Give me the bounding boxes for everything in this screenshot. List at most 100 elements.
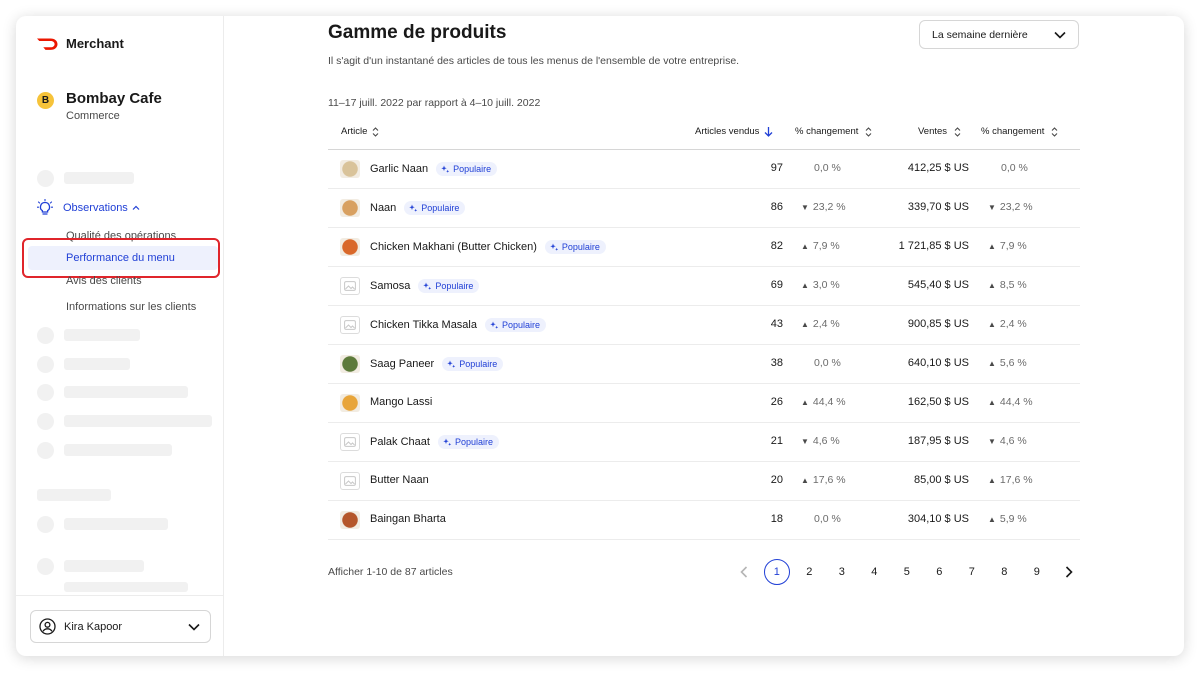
sales-value: 640,10 $ US [907,357,969,369]
loading-placeholder-icon [37,327,54,344]
sales-change-value: ▲ 5,6 % [988,357,1027,369]
column-header-label: % changement [981,126,1045,137]
triangle-up-icon: ▲ [801,241,809,251]
column-header-sales[interactable]: Ventes [918,126,961,137]
sold-change-text: 4,6 % [812,435,840,447]
next-page-button[interactable] [1053,559,1086,585]
sidebar: Merchant B Bombay Cafe Commerce Observat… [16,16,224,656]
table-row[interactable]: Chicken Tikka Masala Populaire 43 ▲ 2,4 … [328,306,1080,345]
triangle-up-icon: ▲ [988,397,996,407]
chevron-up-icon [132,205,140,210]
image-placeholder-icon [344,476,356,486]
sales-value: 85,00 $ US [913,474,969,486]
sales-change-value: ▼ 4,6 % [988,435,1027,447]
column-header-article[interactable]: Article [341,126,379,137]
sales-change-text: 7,9 % [999,240,1027,252]
sold-change-value: ▲ 3,0 % [801,279,840,291]
items-sold-value: 82 [770,240,783,252]
table-row[interactable]: Butter Naan 20 ▲ 17,6 % 85,00 $ US ▲ 17,… [328,462,1080,501]
page-8-button[interactable]: 8 [988,559,1021,585]
page-number: 7 [968,566,975,578]
sales-value: 304,10 $ US [907,513,969,525]
items-sold-value: 20 [770,474,783,486]
brand-logo[interactable]: Merchant [36,36,124,51]
sales-change-value: ▼ 23,2 % [988,201,1033,213]
nav-customer-reviews[interactable]: Avis des clients [66,275,142,287]
triangle-up-icon: ▲ [988,319,996,329]
highlight-annotation [22,238,220,278]
column-header-sales-change[interactable]: % changement [981,126,1058,137]
page-number: 2 [806,566,813,578]
column-header-items-sold[interactable]: Articles vendus [695,126,773,137]
nav-observations[interactable]: Observations [37,199,140,217]
image-placeholder-icon [344,437,356,447]
item-name: Mango Lassi [370,396,433,408]
store-type: Commerce [66,110,120,122]
page-4-button[interactable]: 4 [858,559,891,585]
user-menu-dropdown[interactable]: Kira Kapoor [30,610,211,643]
page-3-button[interactable]: 3 [826,559,859,585]
page-number: 5 [903,566,910,578]
table-body: Garlic Naan Populaire 97 0,0 % 412,25 $ … [328,150,1080,540]
triangle-down-icon: ▼ [988,436,996,446]
loading-placeholder [64,415,212,427]
popular-badge: Populaire [442,357,504,371]
items-sold-value: 21 [770,435,783,447]
sort-icon [865,126,872,137]
loading-placeholder [64,560,144,572]
item-photo [340,511,360,529]
table-row[interactable]: Palak Chaat Populaire 21 ▼ 4,6 % 187,95 … [328,423,1080,462]
table-row[interactable]: Mango Lassi 26 ▲ 44,4 % 162,50 $ US ▲ 44… [328,384,1080,423]
date-range-label: 11–17 juill. 2022 par rapport à 4–10 jui… [328,97,541,109]
previous-page-button[interactable] [728,559,761,585]
sold-change-value: ▲ 17,6 % [801,474,846,486]
sold-change-text: 0,0 % [814,357,841,369]
page-5-button[interactable]: 5 [891,559,924,585]
page-number: 1 [763,559,790,585]
sparkle-icon [490,321,499,329]
column-header-label: Articles vendus [695,126,760,137]
image-placeholder-icon [344,320,356,330]
page-number: 3 [838,566,845,578]
user-account-icon [39,618,56,635]
period-dropdown[interactable]: La semaine dernière [919,20,1079,49]
page-1-button[interactable]: 1 [761,559,794,585]
column-header-sold-change[interactable]: % changement [795,126,872,137]
popular-badge-label: Populaire [561,242,600,252]
sales-change-text: 23,2 % [999,201,1033,213]
sparkle-icon [409,204,418,212]
table-row[interactable]: Garlic Naan Populaire 97 0,0 % 412,25 $ … [328,150,1080,189]
sales-change-value: 0,0 % [988,162,1028,174]
table-row[interactable]: Chicken Makhani (Butter Chicken) Populai… [328,228,1080,267]
page-7-button[interactable]: 7 [956,559,989,585]
sales-change-value: ▲ 17,6 % [988,474,1033,486]
user-name: Kira Kapoor [64,620,123,633]
loading-placeholder-icon [37,442,54,459]
table-row[interactable]: Baingan Bharta 18 0,0 % 304,10 $ US ▲ 5,… [328,501,1080,540]
sales-change-value: ▲ 44,4 % [988,396,1033,408]
table-row[interactable]: Naan Populaire 86 ▼ 23,2 % 339,70 $ US ▼… [328,189,1080,228]
popular-badge-label: Populaire [453,164,492,174]
nav-customer-insights[interactable]: Informations sur les clients [66,301,196,313]
triangle-up-icon: ▲ [801,475,809,485]
loading-placeholder [64,358,130,370]
popular-badge: Populaire [485,318,547,332]
lightbulb-icon [37,199,53,215]
chevron-left-icon [740,566,748,578]
triangle-down-icon: ▼ [988,202,996,212]
items-sold-value: 26 [770,396,783,408]
items-sold-value: 38 [770,357,783,369]
item-name: Palak Chaat [370,436,430,448]
page-2-button[interactable]: 2 [793,559,826,585]
table-row[interactable]: Samosa Populaire 69 ▲ 3,0 % 545,40 $ US … [328,267,1080,306]
sparkle-icon [441,165,450,173]
item-cell: Palak Chaat Populaire [370,435,499,449]
page-9-button[interactable]: 9 [1021,559,1054,585]
table-row[interactable]: Saag Paneer Populaire 38 0,0 % 640,10 $ … [328,345,1080,384]
item-name: Baingan Bharta [370,513,446,525]
item-photo [340,199,360,217]
nav-observations-label: Observations [63,202,128,214]
page-6-button[interactable]: 6 [923,559,956,585]
products-table: Article Articles vendus % changement Ven… [328,120,1080,540]
period-dropdown-label: La semaine dernière [932,28,1028,41]
